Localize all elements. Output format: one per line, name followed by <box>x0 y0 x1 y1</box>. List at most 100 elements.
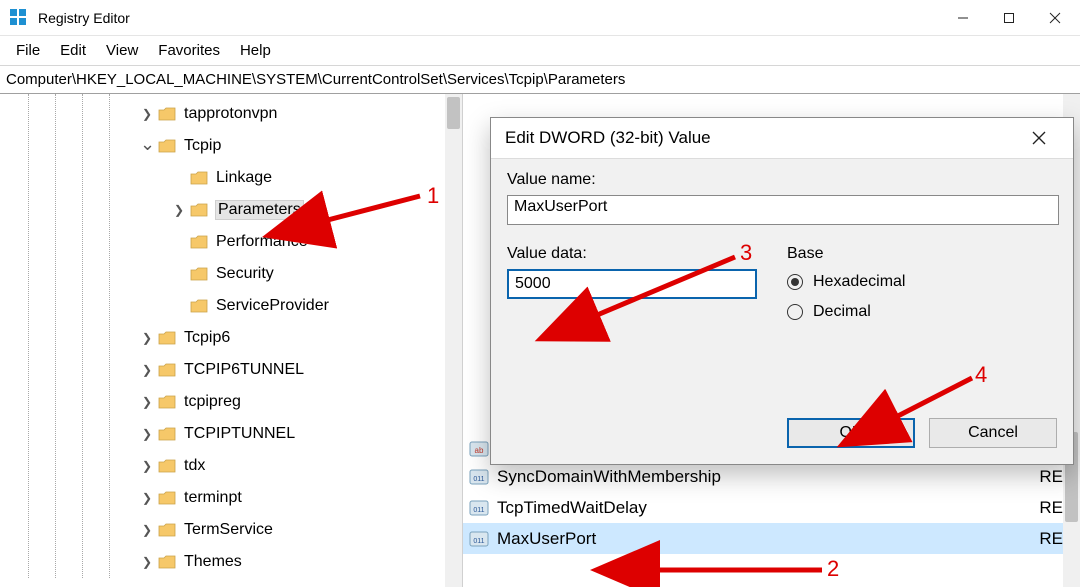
tree-node-label: tcpipreg <box>184 393 241 411</box>
annotation-1: 1 <box>427 183 439 209</box>
base-label: Base <box>787 245 905 263</box>
radio-decimal[interactable]: Decimal <box>787 303 905 321</box>
dialog-title: Edit DWORD (32-bit) Value <box>505 128 711 148</box>
tree-node[interactable]: Linkage <box>0 162 445 194</box>
tree-node-label: TCPIP6TUNNEL <box>184 361 304 379</box>
tree-node[interactable]: ❯ Parameters <box>0 194 445 226</box>
expander-icon[interactable]: ❯ <box>140 363 154 377</box>
cancel-button[interactable]: Cancel <box>929 418 1057 448</box>
value-row[interactable]: 011 TcpTimedWaitDelay RE <box>463 492 1063 523</box>
menu-edit[interactable]: Edit <box>50 40 96 61</box>
folder-icon <box>190 203 208 217</box>
value-data-label: Value data: <box>507 245 757 263</box>
tree-scrollthumb[interactable] <box>447 97 460 129</box>
tree-node[interactable]: ❯ Themes <box>0 546 445 578</box>
expander-icon[interactable]: ⌄ <box>140 134 154 155</box>
folder-icon <box>158 459 176 473</box>
tree-scrollbar[interactable] <box>445 94 462 587</box>
tree-node[interactable]: ❯ tapprotonvpn <box>0 98 445 130</box>
minimize-button[interactable] <box>940 0 986 36</box>
svg-text:011: 011 <box>473 507 484 514</box>
value-type-truncated: RE <box>1039 498 1063 518</box>
dword-value-icon: 011 <box>469 468 489 486</box>
value-name: TcpTimedWaitDelay <box>497 498 647 518</box>
folder-icon <box>158 523 176 537</box>
tree-node[interactable]: ❯ TCPIP6TUNNEL <box>0 354 445 386</box>
dialog-body: Value name: MaxUserPort Value data: Base… <box>491 158 1073 464</box>
expander-icon[interactable]: ❯ <box>140 491 154 505</box>
value-row[interactable]: 011MaxUserPortRE <box>463 523 1063 554</box>
folder-icon <box>158 331 176 345</box>
registry-tree[interactable]: ❯ tapprotonvpn ⌄TcpipLinkage ❯ Parameters Per… <box>0 94 445 578</box>
expander-icon[interactable]: ❯ <box>140 555 154 569</box>
annotation-3: 3 <box>740 240 752 266</box>
menu-help[interactable]: Help <box>230 40 281 61</box>
value-name-label: Value name: <box>507 171 1057 189</box>
dialog-titlebar[interactable]: Edit DWORD (32-bit) Value <box>491 118 1073 158</box>
annotation-2: 2 <box>827 556 839 582</box>
expander-icon[interactable]: ❯ <box>140 459 154 473</box>
base-group: Base Hexadecimal Decimal <box>787 245 905 333</box>
folder-icon <box>158 555 176 569</box>
radio-hexadecimal[interactable]: Hexadecimal <box>787 273 905 291</box>
menu-favorites[interactable]: Favorites <box>148 40 230 61</box>
tree-node[interactable]: Security <box>0 258 445 290</box>
value-type-truncated: RE <box>1039 529 1063 549</box>
folder-icon <box>158 363 176 377</box>
svg-text:ab: ab <box>475 446 484 455</box>
tree-node[interactable]: ❯ TermService <box>0 514 445 546</box>
svg-text:011: 011 <box>473 538 484 545</box>
value-row[interactable]: 011 SyncDomainWithMembership RE <box>463 461 1063 492</box>
menubar: File Edit View Favorites Help <box>0 36 1080 66</box>
expander-icon[interactable]: ❯ <box>140 523 154 537</box>
ok-button[interactable]: OK <box>787 418 915 448</box>
folder-icon <box>190 267 208 281</box>
edit-dword-dialog: Edit DWORD (32-bit) Value Value name: Ma… <box>490 117 1074 465</box>
tree-node[interactable]: ❯ TCPIPTUNNEL <box>0 418 445 450</box>
dword-value-icon: 011 <box>469 530 489 548</box>
tree-node[interactable]: ServiceProvider <box>0 290 445 322</box>
radio-hex-label: Hexadecimal <box>813 273 905 291</box>
tree-node-label: Themes <box>184 553 242 571</box>
tree-node-label: ServiceProvider <box>216 297 329 315</box>
tree-pane: ❯ tapprotonvpn ⌄TcpipLinkage ❯ Parameters Per… <box>0 94 463 587</box>
registry-path: Computer\HKEY_LOCAL_MACHINE\SYSTEM\Curre… <box>6 71 625 88</box>
value-type-truncated: RE <box>1039 467 1063 487</box>
tree-node-label: TermService <box>184 521 273 539</box>
maximize-button[interactable] <box>986 0 1032 36</box>
dword-value-icon: 011 <box>469 499 489 517</box>
folder-icon <box>158 107 176 121</box>
value-name: SyncDomainWithMembership <box>497 467 721 487</box>
tree-node[interactable]: ❯ tcpipreg <box>0 386 445 418</box>
expander-icon[interactable]: ❯ <box>140 107 154 121</box>
expander-icon[interactable]: ❯ <box>140 395 154 409</box>
dialog-close-button[interactable] <box>1019 118 1059 158</box>
folder-icon <box>158 139 176 153</box>
tree-node[interactable]: ❯tdx <box>0 450 445 482</box>
tree-node[interactable]: ❯Tcpip6 <box>0 322 445 354</box>
expander-icon[interactable]: ❯ <box>172 203 186 217</box>
tree-node-label: tapprotonvpn <box>184 105 277 123</box>
string-value-icon: ab <box>469 440 489 458</box>
folder-icon <box>190 235 208 249</box>
folder-icon <box>190 171 208 185</box>
app-icon <box>10 9 28 27</box>
tree-node-label: Performance <box>216 233 308 251</box>
tree-node-label: TCPIPTUNNEL <box>184 425 295 443</box>
expander-icon[interactable]: ❯ <box>140 331 154 345</box>
tree-node[interactable]: ⌄Tcpip <box>0 130 445 162</box>
menu-view[interactable]: View <box>96 40 148 61</box>
tree-node[interactable]: ❯terminpt <box>0 482 445 514</box>
tree-node[interactable]: Performance <box>0 226 445 258</box>
tree-node-label: Parameters <box>216 201 303 219</box>
titlebar: Registry Editor <box>0 0 1080 36</box>
value-name-field[interactable]: MaxUserPort <box>507 195 1059 225</box>
address-bar[interactable]: Computer\HKEY_LOCAL_MACHINE\SYSTEM\Curre… <box>0 66 1080 94</box>
folder-icon <box>190 299 208 313</box>
window-title: Registry Editor <box>38 10 130 26</box>
expander-icon[interactable]: ❯ <box>140 427 154 441</box>
close-button[interactable] <box>1032 0 1078 36</box>
value-data-input[interactable] <box>507 269 757 299</box>
tree-node-label: Security <box>216 265 274 283</box>
menu-file[interactable]: File <box>6 40 50 61</box>
